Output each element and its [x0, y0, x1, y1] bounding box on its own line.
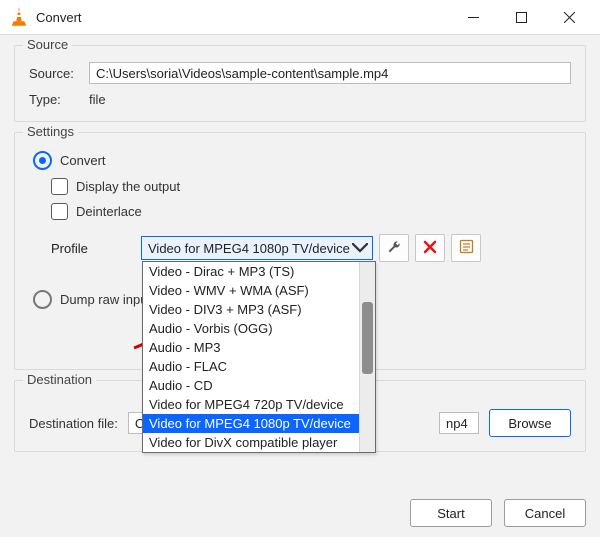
- settings-group: Settings Convert Display the output Dein…: [14, 132, 586, 370]
- source-group: Source Source: Type: file: [14, 45, 586, 122]
- profile-option[interactable]: Video - DIV3 + MP3 (ASF): [143, 300, 359, 319]
- scrollbar-thumb[interactable]: [362, 302, 373, 374]
- destination-legend: Destination: [23, 372, 96, 387]
- radio-dot-icon: [33, 290, 52, 309]
- dialog-body: Source Source: Type: file Settings Conve…: [0, 34, 600, 537]
- profile-option[interactable]: Audio - MP3: [143, 338, 359, 357]
- delete-profile-button[interactable]: [415, 234, 445, 262]
- profile-selected-text: Video for MPEG4 1080p TV/device: [148, 241, 352, 256]
- titlebar: Convert: [0, 0, 600, 34]
- profile-row: Profile Video for MPEG4 1080p TV/device …: [29, 234, 571, 262]
- deinterlace-checkbox[interactable]: Deinterlace: [51, 203, 571, 220]
- wrench-icon: [386, 239, 402, 258]
- convert-radio-label: Convert: [60, 153, 106, 168]
- profile-option[interactable]: Video for MPEG4 1080p TV/device: [143, 414, 359, 433]
- profile-label: Profile: [51, 241, 141, 256]
- profile-option[interactable]: Audio - FLAC: [143, 357, 359, 376]
- profile-option[interactable]: Video for DivX compatible player: [143, 433, 359, 452]
- source-legend: Source: [23, 37, 72, 52]
- destination-file-label: Destination file:: [29, 416, 118, 431]
- dropdown-scrollbar[interactable]: [359, 262, 375, 452]
- destination-file-field-right[interactable]: [439, 412, 479, 434]
- checkbox-icon: [51, 203, 68, 220]
- browse-button[interactable]: Browse: [489, 409, 571, 437]
- profile-option[interactable]: Audio - Vorbis (OGG): [143, 319, 359, 338]
- edit-profile-button[interactable]: [379, 234, 409, 262]
- profile-option[interactable]: Audio - CD: [143, 376, 359, 395]
- settings-legend: Settings: [23, 124, 78, 139]
- profile-option[interactable]: Video - WMV + WMA (ASF): [143, 281, 359, 300]
- delete-x-icon: [423, 240, 437, 257]
- profile-dropdown: Video - Dirac + MP3 (TS)Video - WMV + WM…: [142, 261, 376, 453]
- type-value: file: [89, 92, 106, 107]
- profile-combobox[interactable]: Video for MPEG4 1080p TV/device Video - …: [141, 236, 373, 260]
- new-profile-button[interactable]: [451, 234, 481, 262]
- close-button[interactable]: [546, 1, 592, 33]
- radio-dot-icon: [33, 151, 52, 170]
- source-field[interactable]: [89, 62, 571, 84]
- maximize-button[interactable]: [498, 1, 544, 33]
- display-output-checkbox[interactable]: Display the output: [51, 178, 571, 195]
- dump-raw-label: Dump raw input: [60, 292, 151, 307]
- new-profile-icon: [459, 239, 474, 257]
- profile-option-list: Video - Dirac + MP3 (TS)Video - WMV + WM…: [143, 262, 359, 452]
- source-label: Source:: [29, 66, 89, 81]
- checkbox-icon: [51, 178, 68, 195]
- minimize-button[interactable]: [450, 1, 496, 33]
- chevron-down-icon: [352, 239, 368, 257]
- profile-option[interactable]: Video - Dirac + MP3 (TS): [143, 262, 359, 281]
- window-title: Convert: [36, 10, 448, 25]
- type-label: Type:: [29, 92, 89, 107]
- display-output-label: Display the output: [76, 179, 180, 194]
- convert-dialog: Convert Source Source: Type: file Settin…: [0, 0, 600, 537]
- cancel-button[interactable]: Cancel: [504, 499, 586, 527]
- vlc-icon: [10, 8, 28, 26]
- convert-radio[interactable]: Convert: [33, 151, 571, 170]
- dialog-button-bar: Start Cancel: [410, 499, 586, 527]
- deinterlace-label: Deinterlace: [76, 204, 142, 219]
- start-button[interactable]: Start: [410, 499, 492, 527]
- profile-option[interactable]: Video for MPEG4 720p TV/device: [143, 395, 359, 414]
